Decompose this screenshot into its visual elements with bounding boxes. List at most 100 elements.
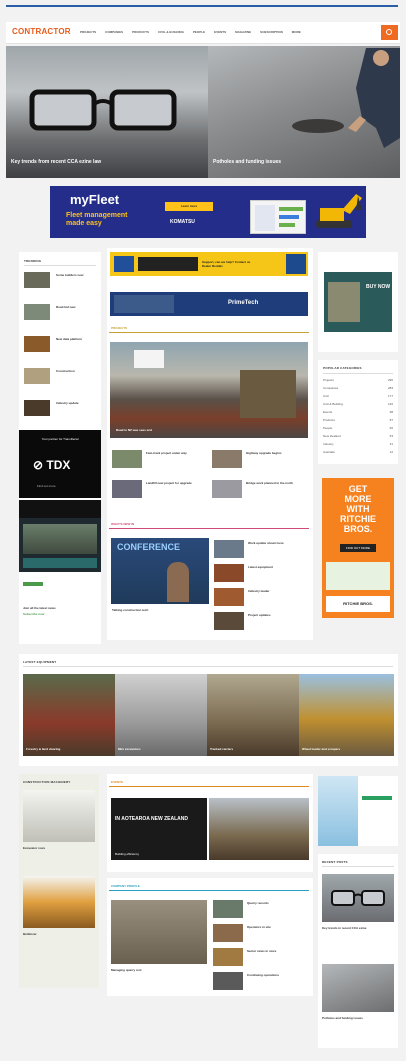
- nav-item-magazine[interactable]: MAGAZINE: [235, 30, 251, 34]
- project-thumb[interactable]: [112, 450, 142, 468]
- video-feature-title[interactable]: Talking construction tech: [112, 608, 208, 612]
- banner-cta-button[interactable]: Learn more: [165, 202, 213, 211]
- project-title[interactable]: Bridge work planned in the north: [246, 481, 304, 485]
- latest-tile[interactable]: Forestry & land clearing: [23, 674, 117, 756]
- profile-feature-image[interactable]: [111, 900, 207, 964]
- video-title[interactable]: Latest equipment: [248, 565, 306, 569]
- category-row[interactable]: Companies 283: [323, 386, 393, 392]
- search-button[interactable]: [381, 25, 398, 40]
- events-feature-image[interactable]: IN AOTEAROA NEW ZEALAND Building efficie…: [111, 798, 207, 860]
- primetech-ad[interactable]: PrimeTech: [110, 292, 308, 316]
- category-row[interactable]: New Zealand 53: [323, 434, 393, 440]
- video-feature-image[interactable]: CONFERENCE: [111, 538, 209, 604]
- category-count: 53: [389, 434, 393, 438]
- nav-item-more[interactable]: MORE: [292, 30, 301, 34]
- profile-thumb[interactable]: [213, 900, 243, 918]
- recent-title[interactable]: Potholes and funding issues: [322, 1016, 394, 1020]
- recent-image[interactable]: [322, 874, 394, 922]
- latest-tile[interactable]: Wheel loader and scrapers: [299, 674, 394, 756]
- project-title[interactable]: Landfill new project for upgrade: [146, 481, 204, 485]
- machinery-ad[interactable]: [19, 500, 101, 572]
- category-row[interactable]: Events 98: [323, 410, 393, 416]
- list-item[interactable]: Construction: [56, 369, 96, 373]
- list-item[interactable]: New data platform: [56, 337, 96, 341]
- video-title[interactable]: Industry leader: [248, 589, 306, 593]
- ritchie-bros-ad[interactable]: GET MORE WITH RITCHIE BROS. FIND OUT MOR…: [322, 478, 394, 618]
- hero-title[interactable]: Key trends from recent CCA ezine law: [11, 159, 101, 165]
- list-thumb[interactable]: [24, 304, 50, 320]
- projects-feature-image[interactable]: Road in NZ was sees end: [110, 342, 308, 438]
- profile-thumb[interactable]: [213, 948, 243, 966]
- nav-item-civil[interactable]: CIVIL & BUILDING: [158, 30, 184, 34]
- projects-label[interactable]: PROJECTS: [111, 326, 127, 330]
- nav-item-people[interactable]: PEOPLE: [193, 30, 205, 34]
- item-title[interactable]: Excavator rows: [23, 846, 95, 850]
- videos-label[interactable]: WHAT'S NEW IN: [111, 522, 134, 526]
- project-thumb[interactable]: [212, 480, 242, 498]
- machinery-image[interactable]: [23, 790, 95, 842]
- profile-item[interactable]: Operators in site: [247, 925, 307, 929]
- buy-now-ad[interactable]: BUY NOW: [324, 272, 392, 332]
- subscribe-box[interactable]: Join all the latest news Subscribe now: [19, 576, 101, 642]
- list-item[interactable]: Industry update: [56, 401, 96, 405]
- profile-thumb[interactable]: [213, 924, 243, 942]
- banner-brand: KOMATSU: [170, 219, 195, 225]
- profile-thumb[interactable]: [213, 972, 243, 990]
- nav-item-products[interactable]: PRODUCTS: [132, 30, 149, 34]
- category-row[interactable]: Australia 12: [323, 450, 393, 456]
- recent-title[interactable]: Key trends in recent CCA ezine: [322, 926, 394, 930]
- tdx-ad[interactable]: Your partner for TransDecal ⊘ TDX Find o…: [19, 430, 101, 498]
- list-item[interactable]: Some builders now: [56, 273, 96, 277]
- list-thumb[interactable]: [24, 368, 50, 384]
- site-logo[interactable]: CONTRACTOR: [12, 27, 71, 36]
- latest-tile[interactable]: Mini excavators: [115, 674, 209, 756]
- events-side-image[interactable]: [209, 798, 309, 860]
- right-ad-small[interactable]: [318, 776, 398, 846]
- bulldozer-image[interactable]: [23, 876, 95, 928]
- video-thumb[interactable]: [214, 564, 244, 582]
- list-thumb[interactable]: [24, 336, 50, 352]
- project-thumb[interactable]: [212, 450, 242, 468]
- ritchie-logo: RITCHIE BROS.: [326, 596, 390, 612]
- nav-item-projects[interactable]: PROJECTS: [80, 30, 96, 34]
- video-thumb[interactable]: [214, 612, 244, 630]
- events-label[interactable]: EVENTS: [111, 780, 123, 784]
- category-row[interactable]: Civil 177: [323, 394, 393, 400]
- item-title[interactable]: Bulldozer: [23, 932, 95, 936]
- project-title[interactable]: Fast-track project under way: [146, 451, 204, 455]
- profile-item[interactable]: Sector news in store: [247, 949, 307, 953]
- ritchie-cta-button[interactable]: FIND OUT MORE: [340, 544, 376, 552]
- category-row[interactable]: Products 87: [323, 418, 393, 424]
- subscribe-link[interactable]: Subscribe now: [23, 612, 44, 616]
- profile-item[interactable]: Quarry records: [247, 901, 307, 905]
- category-row[interactable]: Industry 31: [323, 442, 393, 448]
- dealer-ad[interactable]: Support, can we help? Contact us Dealer …: [110, 252, 308, 276]
- category-count: 283: [387, 386, 393, 390]
- category-row[interactable]: People 66: [323, 426, 393, 432]
- profile-feature-title[interactable]: Managing quarry rest: [111, 968, 207, 972]
- video-thumb[interactable]: [214, 588, 244, 606]
- profile-item[interactable]: Continuing operations: [247, 973, 307, 977]
- nav-item-companies[interactable]: COMPANIES: [105, 30, 123, 34]
- komatsu-banner-ad[interactable]: myFleet Fleet management made easy Learn …: [50, 186, 366, 238]
- nav-item-subscription[interactable]: SUBSCRIPTION: [260, 30, 283, 34]
- latest-tile[interactable]: Tracked carriers: [207, 674, 301, 756]
- hero-title[interactable]: Potholes and funding issues: [213, 159, 281, 165]
- list-thumb[interactable]: [24, 400, 50, 416]
- hero-card-left[interactable]: Key trends from recent CCA ezine law: [6, 46, 208, 178]
- video-title[interactable]: Project updates: [248, 613, 306, 617]
- category-row[interactable]: Projects 290: [323, 378, 393, 384]
- recent-image[interactable]: [322, 964, 394, 1012]
- video-thumb[interactable]: [214, 540, 244, 558]
- hero-card-right[interactable]: Potholes and funding issues: [208, 46, 400, 178]
- video-title[interactable]: Work update shown here: [248, 541, 306, 545]
- nav-item-events[interactable]: EVENTS: [214, 30, 226, 34]
- project-title[interactable]: Highway upgrade begins: [246, 451, 304, 455]
- category-name: People: [323, 426, 333, 430]
- list-item[interactable]: Road bid new: [56, 305, 96, 309]
- profile-label[interactable]: COMPANY PROFILE: [111, 884, 140, 888]
- categories-heading: POPULAR CATEGORIES: [323, 366, 362, 370]
- list-thumb[interactable]: [24, 272, 50, 288]
- project-thumb[interactable]: [112, 480, 142, 498]
- category-row[interactable]: Civil & Building 146: [323, 402, 393, 408]
